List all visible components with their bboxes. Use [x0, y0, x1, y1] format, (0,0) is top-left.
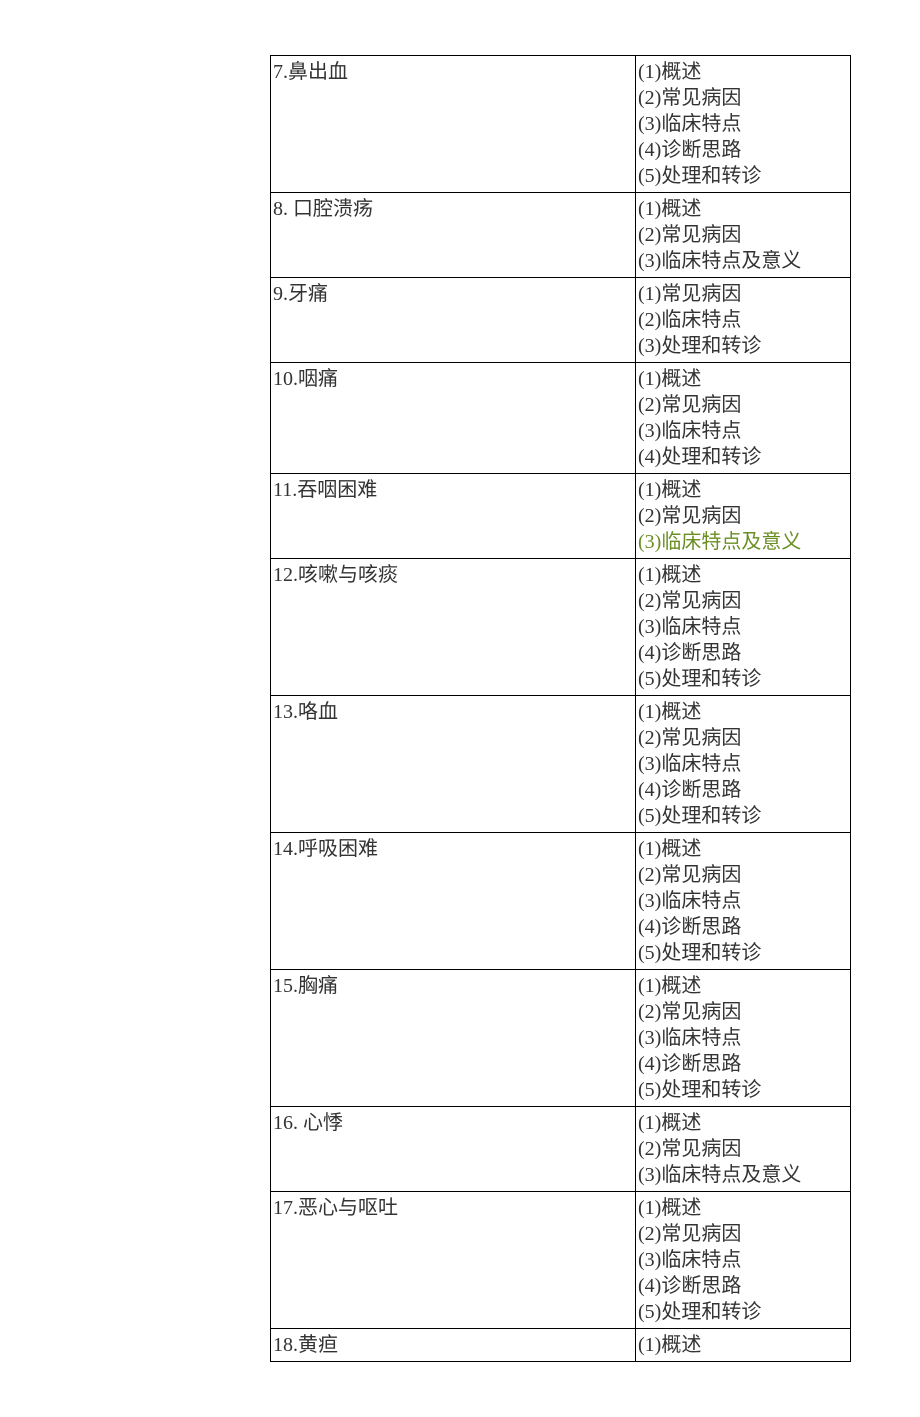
- topic-cell: 8. 口腔溃疡: [271, 193, 636, 278]
- table-row: 7.鼻出血(1)概述(2)常见病因(3)临床特点(4)诊断思路(5)处理和转诊: [271, 56, 851, 193]
- topic-cell: 16. 心悸: [271, 1107, 636, 1192]
- point-line: (1)概述: [638, 562, 848, 588]
- point-line: (1)概述: [638, 973, 848, 999]
- point-line: (2)常见病因: [638, 725, 848, 751]
- point-line: (1)概述: [638, 699, 848, 725]
- point-line: (5)处理和转诊: [638, 163, 848, 189]
- points-cell: (1)概述(2)常见病因(3)临床特点及意义: [636, 474, 851, 559]
- table-row: 15.胸痛(1)概述(2)常见病因(3)临床特点(4)诊断思路(5)处理和转诊: [271, 970, 851, 1107]
- point-line: (2)常见病因: [638, 85, 848, 111]
- table-row: 12.咳嗽与咳痰(1)概述(2)常见病因(3)临床特点(4)诊断思路(5)处理和…: [271, 559, 851, 696]
- point-line: (1)概述: [638, 836, 848, 862]
- point-line: (2)常见病因: [638, 999, 848, 1025]
- point-line: (2)常见病因: [638, 588, 848, 614]
- point-line: (2)常见病因: [638, 1136, 848, 1162]
- points-cell: (1)概述(2)常见病因(3)临床特点及意义: [636, 193, 851, 278]
- point-line: (4)诊断思路: [638, 914, 848, 940]
- points-cell: (1)概述(2)常见病因(3)临床特点(4)诊断思路(5)处理和转诊: [636, 559, 851, 696]
- point-line: (1)概述: [638, 196, 848, 222]
- point-line: (4)诊断思路: [638, 1273, 848, 1299]
- points-cell: (1)概述(2)常见病因(3)临床特点(4)诊断思路(5)处理和转诊: [636, 1192, 851, 1329]
- topic-cell: 11.吞咽困难: [271, 474, 636, 559]
- point-line: (1)概述: [638, 1110, 848, 1136]
- point-line: (1)概述: [638, 1332, 848, 1358]
- table-row: 17.恶心与呕吐(1)概述(2)常见病因(3)临床特点(4)诊断思路(5)处理和…: [271, 1192, 851, 1329]
- topic-cell: 13.咯血: [271, 696, 636, 833]
- topic-cell: 18.黄疸: [271, 1329, 636, 1362]
- point-line: (2)常见病因: [638, 1221, 848, 1247]
- point-line: (1)概述: [638, 1195, 848, 1221]
- point-line: (3)临床特点: [638, 888, 848, 914]
- point-line: (2)临床特点: [638, 307, 848, 333]
- outline-table: 7.鼻出血(1)概述(2)常见病因(3)临床特点(4)诊断思路(5)处理和转诊8…: [270, 55, 851, 1362]
- topic-cell: 17.恶心与呕吐: [271, 1192, 636, 1329]
- topic-cell: 15.胸痛: [271, 970, 636, 1107]
- point-line: (5)处理和转诊: [638, 940, 848, 966]
- table-row: 14.呼吸困难(1)概述(2)常见病因(3)临床特点(4)诊断思路(5)处理和转…: [271, 833, 851, 970]
- point-line: (1)概述: [638, 59, 848, 85]
- points-cell: (1)概述(2)常见病因(3)临床特点(4)诊断思路(5)处理和转诊: [636, 970, 851, 1107]
- table-row: 18.黄疸(1)概述: [271, 1329, 851, 1362]
- point-line: (1)概述: [638, 366, 848, 392]
- point-line: (5)处理和转诊: [638, 803, 848, 829]
- points-cell: (1)常见病因(2)临床特点(3)处理和转诊: [636, 278, 851, 363]
- point-line: (5)处理和转诊: [638, 1077, 848, 1103]
- points-cell: (1)概述(2)常见病因(3)临床特点(4)诊断思路(5)处理和转诊: [636, 56, 851, 193]
- points-cell: (1)概述(2)常见病因(3)临床特点(4)处理和转诊: [636, 363, 851, 474]
- point-line: (3)临床特点: [638, 1247, 848, 1273]
- point-line: (2)常见病因: [638, 503, 848, 529]
- topic-cell: 10.咽痛: [271, 363, 636, 474]
- table-row: 11.吞咽困难(1)概述(2)常见病因(3)临床特点及意义: [271, 474, 851, 559]
- point-line: (4)诊断思路: [638, 777, 848, 803]
- point-line: (2)常见病因: [638, 222, 848, 248]
- table-row: 8. 口腔溃疡(1)概述(2)常见病因(3)临床特点及意义: [271, 193, 851, 278]
- table-row: 9.牙痛(1)常见病因(2)临床特点(3)处理和转诊: [271, 278, 851, 363]
- point-line: (3)临床特点: [638, 751, 848, 777]
- point-line: (2)常见病因: [638, 392, 848, 418]
- point-line: (5)处理和转诊: [638, 1299, 848, 1325]
- point-line: (4)诊断思路: [638, 640, 848, 666]
- points-cell: (1)概述(2)常见病因(3)临床特点(4)诊断思路(5)处理和转诊: [636, 833, 851, 970]
- point-line: (4)诊断思路: [638, 137, 848, 163]
- point-line: (3)临床特点: [638, 614, 848, 640]
- table-row: 13.咯血(1)概述(2)常见病因(3)临床特点(4)诊断思路(5)处理和转诊: [271, 696, 851, 833]
- point-line: (2)常见病因: [638, 862, 848, 888]
- point-line: (3)处理和转诊: [638, 333, 848, 359]
- points-cell: (1)概述(2)常见病因(3)临床特点(4)诊断思路(5)处理和转诊: [636, 696, 851, 833]
- table-row: 10.咽痛(1)概述(2)常见病因(3)临床特点(4)处理和转诊: [271, 363, 851, 474]
- point-line: (3)临床特点: [638, 418, 848, 444]
- topic-cell: 12.咳嗽与咳痰: [271, 559, 636, 696]
- table-row: 16. 心悸(1)概述(2)常见病因(3)临床特点及意义: [271, 1107, 851, 1192]
- point-line: (1)常见病因: [638, 281, 848, 307]
- point-line: (3)临床特点及意义: [638, 529, 848, 555]
- point-line: (3)临床特点: [638, 1025, 848, 1051]
- point-line: (1)概述: [638, 477, 848, 503]
- point-line: (3)临床特点及意义: [638, 1162, 848, 1188]
- point-line: (3)临床特点及意义: [638, 248, 848, 274]
- point-line: (4)处理和转诊: [638, 444, 848, 470]
- points-cell: (1)概述: [636, 1329, 851, 1362]
- topic-cell: 14.呼吸困难: [271, 833, 636, 970]
- point-line: (5)处理和转诊: [638, 666, 848, 692]
- topic-cell: 9.牙痛: [271, 278, 636, 363]
- points-cell: (1)概述(2)常见病因(3)临床特点及意义: [636, 1107, 851, 1192]
- point-line: (4)诊断思路: [638, 1051, 848, 1077]
- topic-cell: 7.鼻出血: [271, 56, 636, 193]
- point-line: (3)临床特点: [638, 111, 848, 137]
